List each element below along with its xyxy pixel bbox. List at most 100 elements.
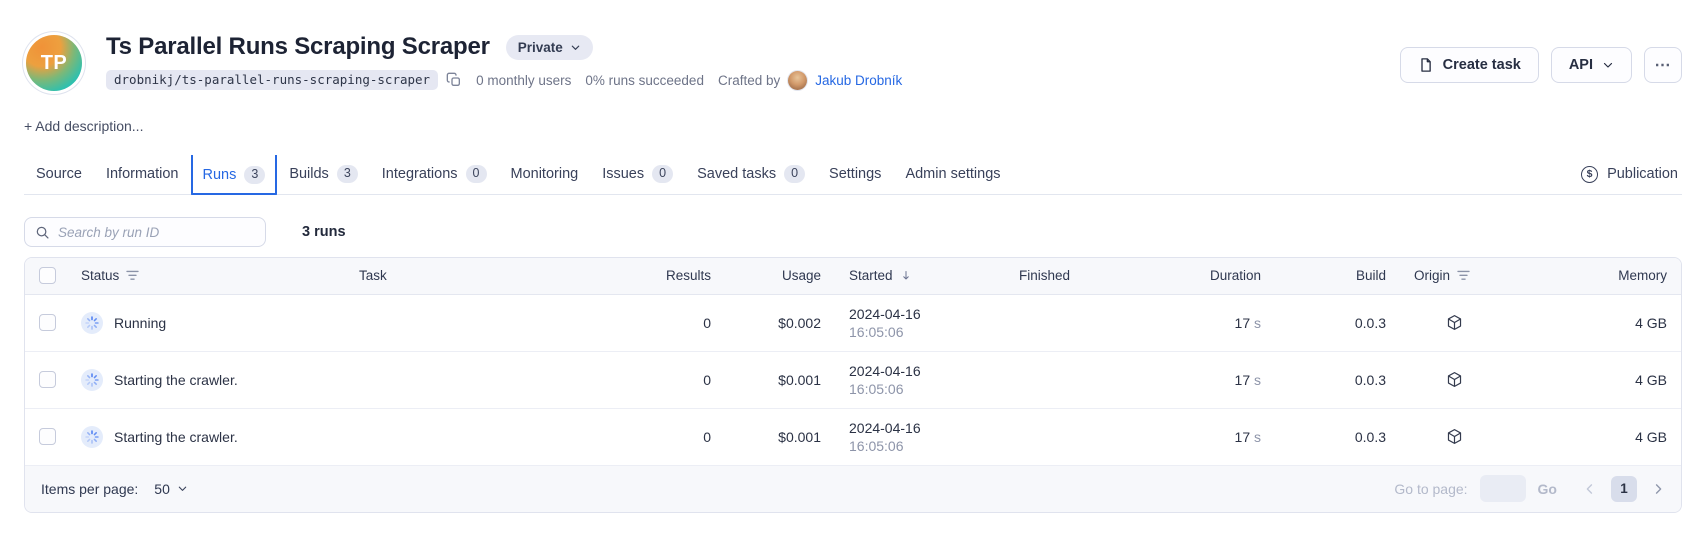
sort-desc-icon[interactable] bbox=[900, 269, 912, 282]
runs-toolbar: 3 runs bbox=[24, 217, 1682, 247]
monthly-users-stat: 0 monthly users bbox=[476, 73, 571, 88]
run-finished bbox=[1005, 294, 1165, 351]
tab-saved-tasks-count: 0 bbox=[784, 165, 805, 183]
run-origin bbox=[1400, 408, 1520, 465]
chevron-down-icon bbox=[1602, 59, 1614, 71]
row-checkbox[interactable] bbox=[39, 314, 56, 331]
actor-head-main: Ts Parallel Runs Scraping Scraper Privat… bbox=[106, 33, 902, 90]
ellipsis-icon: ⋯ bbox=[1655, 55, 1672, 75]
tab-information[interactable]: Information bbox=[94, 155, 191, 194]
page-number-button[interactable]: 1 bbox=[1611, 476, 1637, 502]
run-build: 0.0.3 bbox=[1275, 408, 1400, 465]
add-description-link[interactable]: + Add description... bbox=[24, 118, 143, 134]
row-checkbox[interactable] bbox=[39, 428, 56, 445]
chevron-right-icon[interactable] bbox=[1651, 482, 1665, 496]
run-status-text: Starting the crawler. bbox=[114, 429, 238, 445]
run-memory: 4 GB bbox=[1520, 408, 1681, 465]
run-memory: 4 GB bbox=[1520, 294, 1681, 351]
pagination-footer: Items per page: 50 Go to page: Go 1 bbox=[25, 466, 1681, 512]
dollar-circle-icon: $ bbox=[1581, 166, 1598, 183]
search-input[interactable] bbox=[58, 225, 255, 240]
run-finished bbox=[1005, 351, 1165, 408]
package-icon bbox=[1446, 428, 1506, 445]
column-header-build: Build bbox=[1275, 258, 1400, 294]
chevron-down-icon bbox=[570, 42, 581, 53]
table-header-row: Status Task Results Usage Started bbox=[25, 258, 1681, 294]
running-spinner-icon bbox=[81, 369, 103, 391]
run-task bbox=[345, 294, 605, 351]
items-per-page-select[interactable]: 50 bbox=[154, 481, 188, 497]
column-header-duration: Duration bbox=[1165, 258, 1275, 294]
run-finished bbox=[1005, 408, 1165, 465]
runs-count-label: 3 runs bbox=[302, 224, 346, 240]
tab-admin-settings[interactable]: Admin settings bbox=[893, 155, 1012, 194]
run-duration: 17 s bbox=[1165, 351, 1275, 408]
tab-runs-count: 3 bbox=[244, 166, 265, 184]
go-to-page-label: Go to page: bbox=[1394, 481, 1467, 497]
run-row[interactable]: Starting the crawler. 0 $0.001 2024-04-1… bbox=[25, 351, 1681, 408]
header-actions: Create task API ⋯ bbox=[1400, 47, 1682, 83]
actor-avatar: TP bbox=[26, 35, 82, 91]
select-all-checkbox[interactable] bbox=[39, 267, 56, 284]
author-link[interactable]: Jakub Drobník bbox=[815, 73, 902, 88]
running-spinner-icon bbox=[81, 312, 103, 334]
crafted-by-label: Crafted by bbox=[718, 73, 780, 88]
tab-builds-count: 3 bbox=[337, 165, 358, 183]
column-header-usage: Usage bbox=[725, 258, 835, 294]
author-avatar bbox=[788, 71, 807, 90]
run-task bbox=[345, 408, 605, 465]
copy-icon[interactable] bbox=[446, 72, 462, 88]
column-header-results: Results bbox=[605, 258, 725, 294]
run-started: 2024-04-16 16:05:06 bbox=[835, 351, 1005, 408]
run-task bbox=[345, 351, 605, 408]
tab-source[interactable]: Source bbox=[24, 155, 94, 194]
package-icon bbox=[1446, 314, 1506, 331]
tab-integrations[interactable]: Integrations 0 bbox=[370, 155, 499, 194]
run-usage: $0.002 bbox=[725, 294, 835, 351]
column-header-origin[interactable]: Origin bbox=[1400, 258, 1520, 294]
items-per-page-label: Items per page: bbox=[41, 481, 138, 497]
go-to-page-input[interactable] bbox=[1480, 475, 1526, 502]
run-row[interactable]: Running 0 $0.002 2024-04-16 16:05:06 17 … bbox=[25, 294, 1681, 351]
create-task-button[interactable]: Create task bbox=[1400, 47, 1539, 83]
more-actions-button[interactable]: ⋯ bbox=[1644, 47, 1682, 83]
run-usage: $0.001 bbox=[725, 408, 835, 465]
run-usage: $0.001 bbox=[725, 351, 835, 408]
run-started: 2024-04-16 16:05:06 bbox=[835, 294, 1005, 351]
chevron-left-icon[interactable] bbox=[1583, 482, 1597, 496]
tab-settings[interactable]: Settings bbox=[817, 155, 893, 194]
row-checkbox[interactable] bbox=[39, 371, 56, 388]
tab-publication[interactable]: $ Publication bbox=[1577, 155, 1682, 194]
page-title: Ts Parallel Runs Scraping Scraper bbox=[106, 33, 490, 61]
runs-succeeded-stat: 0% runs succeeded bbox=[585, 73, 704, 88]
run-results: 0 bbox=[605, 408, 725, 465]
run-results: 0 bbox=[605, 294, 725, 351]
column-header-task: Task bbox=[345, 258, 605, 294]
column-header-memory: Memory bbox=[1520, 258, 1681, 294]
go-button[interactable]: Go bbox=[1538, 481, 1557, 497]
tab-integrations-count: 0 bbox=[466, 165, 487, 183]
visibility-dropdown[interactable]: Private bbox=[506, 35, 593, 60]
actor-header: TP Ts Parallel Runs Scraping Scraper Pri… bbox=[24, 0, 1682, 91]
run-build: 0.0.3 bbox=[1275, 351, 1400, 408]
run-origin bbox=[1400, 294, 1520, 351]
filter-icon[interactable] bbox=[1457, 270, 1470, 281]
tab-runs[interactable]: Runs 3 bbox=[191, 155, 278, 195]
api-button[interactable]: API bbox=[1551, 47, 1632, 83]
run-results: 0 bbox=[605, 351, 725, 408]
run-memory: 4 GB bbox=[1520, 351, 1681, 408]
run-status-text: Running bbox=[114, 315, 166, 331]
tab-monitoring[interactable]: Monitoring bbox=[499, 155, 591, 194]
filter-icon[interactable] bbox=[126, 270, 139, 281]
runs-table-card: Status Task Results Usage Started bbox=[24, 257, 1682, 513]
tab-issues[interactable]: Issues 0 bbox=[590, 155, 685, 194]
tab-builds[interactable]: Builds 3 bbox=[277, 155, 369, 194]
tab-saved-tasks[interactable]: Saved tasks 0 bbox=[685, 155, 817, 194]
search-icon bbox=[35, 225, 50, 240]
run-search-box bbox=[24, 217, 266, 247]
run-duration: 17 s bbox=[1165, 294, 1275, 351]
run-origin bbox=[1400, 351, 1520, 408]
column-header-status[interactable]: Status bbox=[67, 258, 345, 294]
column-header-started[interactable]: Started bbox=[835, 258, 1005, 294]
run-row[interactable]: Starting the crawler. 0 $0.001 2024-04-1… bbox=[25, 408, 1681, 465]
